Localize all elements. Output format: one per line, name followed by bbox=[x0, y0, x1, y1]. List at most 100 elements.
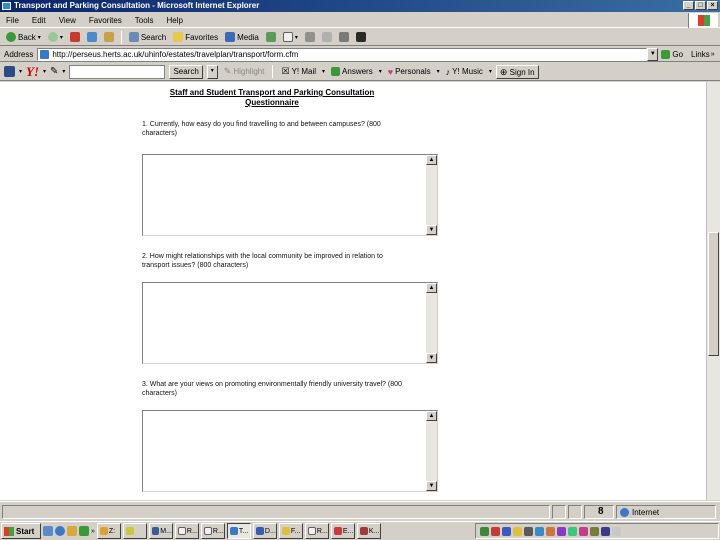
messenger-button[interactable] bbox=[354, 30, 368, 44]
tray-app-icon[interactable] bbox=[502, 526, 511, 536]
maximize-button[interactable]: □ bbox=[695, 1, 706, 10]
yahoo-logo-icon[interactable]: Y! bbox=[26, 64, 39, 80]
tray-app-icon[interactable] bbox=[524, 526, 533, 536]
taskbar-task[interactable]: F... bbox=[278, 523, 303, 539]
page-content: Staff and Student Transport and Parking … bbox=[0, 82, 706, 500]
scroll-down-icon[interactable]: ▼ bbox=[426, 481, 437, 491]
music-button[interactable]: ♪ Y! Music bbox=[444, 65, 485, 79]
yahoo-dropdown-icon[interactable]: ▾ bbox=[43, 68, 46, 75]
scroll-up-icon[interactable]: ▲ bbox=[426, 411, 437, 421]
edit-button[interactable] bbox=[320, 30, 334, 44]
home-button[interactable] bbox=[102, 30, 116, 44]
question-1-textarea[interactable]: ▲ ▼ bbox=[142, 154, 438, 236]
favorites-button[interactable]: Favorites bbox=[171, 30, 220, 44]
taskbar-task[interactable] bbox=[122, 523, 147, 539]
taskbar-task[interactable]: D... bbox=[252, 523, 277, 539]
answers-dropdown-icon[interactable]: ▾ bbox=[379, 68, 382, 75]
taskbar-task[interactable]: M... bbox=[148, 523, 173, 539]
tray-app-icon[interactable] bbox=[557, 526, 566, 536]
pen-dropdown-icon[interactable]: ▾ bbox=[62, 68, 65, 75]
tray-antivirus-icon[interactable] bbox=[491, 526, 500, 536]
title-bar[interactable]: Transport and Parking Consultation - Mic… bbox=[0, 0, 720, 12]
yahoo-search-input[interactable] bbox=[69, 64, 166, 79]
chevron-right-icon[interactable]: » bbox=[711, 51, 715, 58]
menu-view[interactable]: View bbox=[59, 16, 76, 25]
minimize-button[interactable]: _ bbox=[683, 1, 694, 10]
quicklaunch-app-icon[interactable] bbox=[79, 526, 89, 536]
page-scrollbar[interactable] bbox=[706, 82, 720, 500]
tray-app-icon[interactable] bbox=[579, 526, 588, 536]
discuss-button[interactable] bbox=[337, 30, 351, 44]
scroll-up-icon[interactable]: ▲ bbox=[426, 155, 437, 165]
toolbar-menu-dropdown-icon[interactable]: ▾ bbox=[19, 68, 22, 75]
scroll-down-icon[interactable]: ▼ bbox=[426, 225, 437, 235]
media-button[interactable]: Media bbox=[223, 30, 261, 44]
address-bar: Address http://perseus.herts.ac.uk/uhinf… bbox=[0, 47, 720, 62]
question-3-textarea[interactable]: ▲ ▼ bbox=[142, 410, 438, 492]
tray-app-icon[interactable] bbox=[546, 526, 555, 536]
tray-app-icon[interactable] bbox=[601, 526, 610, 536]
taskbar-task[interactable]: Z: bbox=[96, 523, 121, 539]
sign-in-button[interactable]: ⊕ Sign In bbox=[495, 64, 539, 79]
highlight-button[interactable]: ✎ Highlight bbox=[222, 65, 267, 79]
mail-icon bbox=[282, 32, 293, 42]
links-button[interactable]: Links bbox=[691, 50, 710, 59]
tray-app-icon[interactable] bbox=[535, 526, 544, 536]
tray-volume-icon[interactable] bbox=[612, 526, 621, 536]
task-mail-icon bbox=[177, 527, 186, 535]
taskbar-task[interactable]: R... bbox=[304, 523, 329, 539]
quicklaunch-desktop-icon[interactable] bbox=[43, 526, 53, 536]
address-input[interactable]: http://perseus.herts.ac.uk/uhinfo/estate… bbox=[37, 47, 648, 61]
music-dropdown-icon[interactable]: ▾ bbox=[489, 68, 492, 75]
question-2-textarea[interactable]: ▲ ▼ bbox=[142, 282, 438, 364]
answers-button[interactable]: Answers bbox=[329, 65, 375, 79]
toolbar-menu-icon[interactable] bbox=[4, 66, 15, 77]
search-button[interactable]: Search bbox=[127, 30, 168, 44]
menu-edit[interactable]: Edit bbox=[32, 16, 46, 25]
mail-button[interactable]: ▾ bbox=[281, 30, 300, 44]
textarea-scrollbar[interactable] bbox=[426, 155, 437, 235]
back-button[interactable]: Back ▾ bbox=[4, 30, 43, 44]
ymail-dropdown-icon[interactable]: ▾ bbox=[322, 68, 325, 75]
discuss-icon bbox=[338, 32, 349, 42]
taskbar-task[interactable]: R... bbox=[200, 523, 225, 539]
close-button[interactable]: × bbox=[707, 1, 718, 10]
scroll-up-icon[interactable]: ▲ bbox=[426, 283, 437, 293]
quicklaunch-ie-icon[interactable] bbox=[55, 526, 65, 536]
start-button[interactable]: Start bbox=[1, 523, 41, 539]
menu-tools[interactable]: Tools bbox=[135, 16, 154, 25]
scroll-down-icon[interactable]: ▼ bbox=[426, 353, 437, 363]
menu-help[interactable]: Help bbox=[166, 16, 182, 25]
yahoo-search-dropdown[interactable]: ▾ bbox=[206, 64, 218, 79]
go-button[interactable]: Go bbox=[661, 49, 683, 59]
refresh-button[interactable] bbox=[85, 30, 99, 44]
forward-button[interactable]: ▾ bbox=[46, 30, 65, 44]
ymail-button[interactable]: ☒ Y! Mail bbox=[279, 65, 318, 79]
forward-dropdown-icon: ▾ bbox=[59, 34, 63, 41]
menu-file[interactable]: File bbox=[6, 16, 19, 25]
stop-button[interactable] bbox=[68, 30, 82, 44]
textarea-scrollbar[interactable] bbox=[426, 411, 437, 491]
history-button[interactable] bbox=[264, 30, 278, 44]
tray-app-icon[interactable] bbox=[513, 526, 522, 536]
menu-bar: File Edit View Favorites Tools Help bbox=[0, 13, 720, 28]
tray-app-icon[interactable] bbox=[590, 526, 599, 536]
tray-app-icon[interactable] bbox=[568, 526, 577, 536]
address-dropdown-button[interactable]: ▼ bbox=[647, 47, 659, 61]
security-zone: Internet bbox=[620, 508, 659, 517]
textarea-scrollbar[interactable] bbox=[426, 283, 437, 363]
taskbar-task-active[interactable]: T... bbox=[226, 523, 251, 539]
page-scrollbar-thumb[interactable] bbox=[708, 232, 719, 356]
quicklaunch-chevron-icon[interactable]: » bbox=[91, 528, 95, 535]
personals-dropdown-icon[interactable]: ▾ bbox=[437, 68, 440, 75]
yahoo-search-button[interactable]: Search bbox=[169, 64, 203, 79]
taskbar-task[interactable]: K... bbox=[356, 523, 381, 539]
pen-icon[interactable]: ✎ bbox=[50, 66, 58, 77]
tray-network-icon[interactable] bbox=[480, 526, 489, 536]
quicklaunch-outlook-icon[interactable] bbox=[67, 526, 77, 536]
print-button[interactable] bbox=[303, 30, 317, 44]
taskbar-task[interactable]: E... bbox=[330, 523, 355, 539]
taskbar-task[interactable]: R... bbox=[174, 523, 199, 539]
menu-favorites[interactable]: Favorites bbox=[89, 16, 122, 25]
personals-button[interactable]: ♥ Personals bbox=[386, 65, 433, 79]
